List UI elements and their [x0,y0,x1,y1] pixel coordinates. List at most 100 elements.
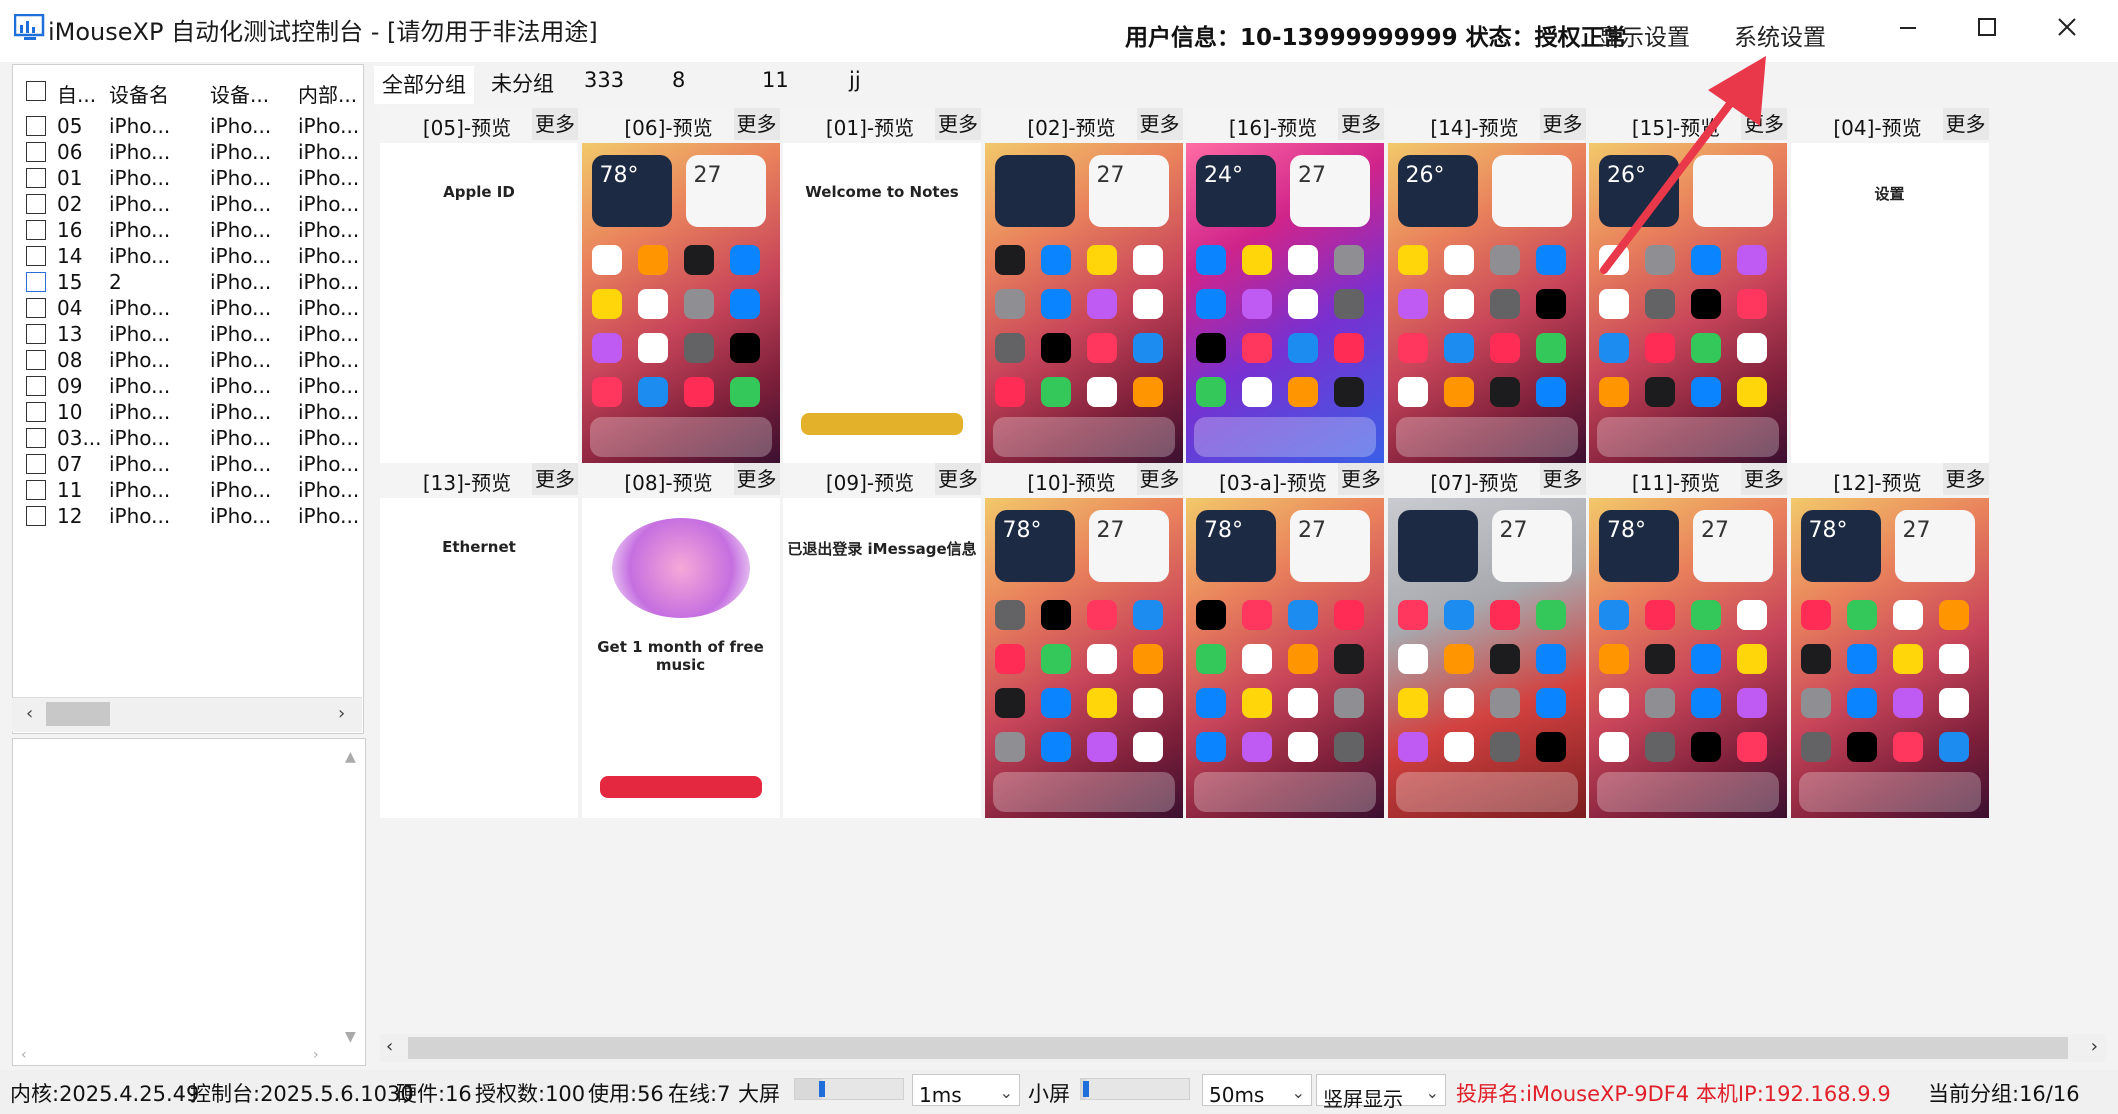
app-icon[interactable] [1489,600,1520,630]
app-icon[interactable] [1737,644,1767,674]
device-checkbox[interactable] [26,246,46,266]
tile-more-button[interactable]: 更多 [1942,108,1989,140]
app-icon[interactable] [1196,732,1226,762]
tile-more-button[interactable]: 更多 [1338,108,1384,140]
device-checkbox[interactable] [26,350,46,370]
device-preview-tile[interactable]: [04]-预览 更多 设置 [1790,108,1989,463]
app-icon[interactable] [729,289,760,319]
app-icon[interactable] [1599,644,1629,674]
app-icon[interactable] [1288,688,1318,718]
app-icon[interactable] [591,289,622,319]
app-icon[interactable] [1645,333,1675,363]
device-screen[interactable]: Get 1 month of free music [581,498,780,818]
app-icon[interactable] [1288,333,1318,363]
app-icon[interactable] [1086,600,1117,630]
scroll-left-icon[interactable]: ‹ [386,1036,393,1057]
app-icon[interactable] [1288,732,1318,762]
device-screen[interactable]: 78° 27 [1589,498,1787,818]
app-icon[interactable] [1397,644,1428,674]
app-icon[interactable] [1599,688,1629,718]
app-icon[interactable] [1040,377,1071,407]
close-button[interactable] [2042,8,2092,48]
device-screen[interactable]: 已退出登录 iMessage信息 [783,498,981,818]
system-settings-button[interactable]: 系统设置 [1734,18,1826,52]
device-screen[interactable]: Ethernet [380,498,578,818]
device-checkbox[interactable] [26,402,46,422]
app-icon[interactable] [683,289,714,319]
display-settings-button[interactable]: 显示设置 [1598,18,1690,52]
app-icon[interactable] [1691,732,1721,762]
app-icon[interactable] [994,644,1025,674]
app-icon[interactable] [1040,289,1071,319]
app-icon[interactable] [1086,732,1117,762]
scroll-right-icon[interactable]: › [313,1047,319,1063]
app-icon[interactable] [1691,377,1721,407]
big-screen-interval-select[interactable]: 1ms ⌄ [912,1074,1020,1107]
app-icon[interactable] [591,333,622,363]
app-icon[interactable] [1397,600,1428,630]
device-screen[interactable]: 78° 27 [1790,498,1989,818]
app-icon[interactable] [1846,644,1877,674]
app-icon[interactable] [1040,732,1071,762]
app-icon[interactable] [994,377,1025,407]
app-icon[interactable] [1599,377,1629,407]
device-screen[interactable]: 78° 27 [984,498,1183,818]
app-icon[interactable] [1489,289,1520,319]
big-screen-slider-knob[interactable] [819,1081,825,1097]
header-internal[interactable]: 内部... [298,79,362,108]
device-preview-tile[interactable]: [01]-预览 更多 Welcome to Notes [783,108,981,463]
app-icon[interactable] [1489,377,1520,407]
scroll-left-icon[interactable]: ‹ [26,703,33,724]
device-preview-tile[interactable]: [11]-预览 更多 78° 27 [1589,463,1787,818]
app-icon[interactable] [1334,245,1364,275]
app-icon[interactable] [1334,732,1364,762]
header-device-model[interactable]: 设备... [210,79,290,108]
app-icon[interactable] [1242,333,1272,363]
tab-group-333[interactable]: 333 [584,68,624,92]
select-all-checkbox[interactable] [26,81,46,101]
app-icon[interactable] [1443,732,1474,762]
app-icon[interactable] [729,245,760,275]
app-icon[interactable] [1242,688,1272,718]
device-preview-tile[interactable]: [13]-预览 更多 Ethernet [380,463,578,818]
app-icon[interactable] [1242,377,1272,407]
app-icon[interactable] [1599,289,1629,319]
app-icon[interactable] [994,245,1025,275]
app-icon[interactable] [1196,644,1226,674]
app-icon[interactable] [1846,732,1877,762]
app-icon[interactable] [1691,600,1721,630]
small-screen-slider[interactable] [1080,1078,1190,1100]
app-icon[interactable] [1535,289,1566,319]
app-icon[interactable] [1040,644,1071,674]
app-icon[interactable] [1535,732,1566,762]
app-icon[interactable] [1846,688,1877,718]
tile-more-button[interactable]: 更多 [1539,108,1586,140]
device-checkbox[interactable] [26,454,46,474]
scroll-thumb[interactable] [408,1037,2068,1059]
app-icon[interactable] [1196,333,1226,363]
orientation-select[interactable]: 竖屏显示 ⌄ [1316,1074,1446,1111]
app-icon[interactable] [1242,289,1272,319]
app-icon[interactable] [1737,333,1767,363]
app-icon[interactable] [1892,600,1923,630]
app-icon[interactable] [1691,688,1721,718]
app-icon[interactable] [1086,377,1117,407]
app-icon[interactable] [1443,600,1474,630]
device-checkbox[interactable] [26,142,46,162]
app-icon[interactable] [1242,245,1272,275]
device-checkbox[interactable] [26,506,46,526]
try-it-free-button[interactable] [599,776,762,798]
app-icon[interactable] [1599,333,1629,363]
app-icon[interactable] [591,377,622,407]
app-icon[interactable] [1443,333,1474,363]
app-icon[interactable] [1397,732,1428,762]
app-icon[interactable] [1443,289,1474,319]
device-checkbox[interactable] [26,376,46,396]
app-icon[interactable] [1086,333,1117,363]
tab-group-8[interactable]: 8 [672,68,685,92]
app-icon[interactable] [683,245,714,275]
tile-more-button[interactable]: 更多 [1136,463,1183,495]
app-icon[interactable] [1892,644,1923,674]
app-icon[interactable] [1086,245,1117,275]
app-icon[interactable] [1938,600,1969,630]
